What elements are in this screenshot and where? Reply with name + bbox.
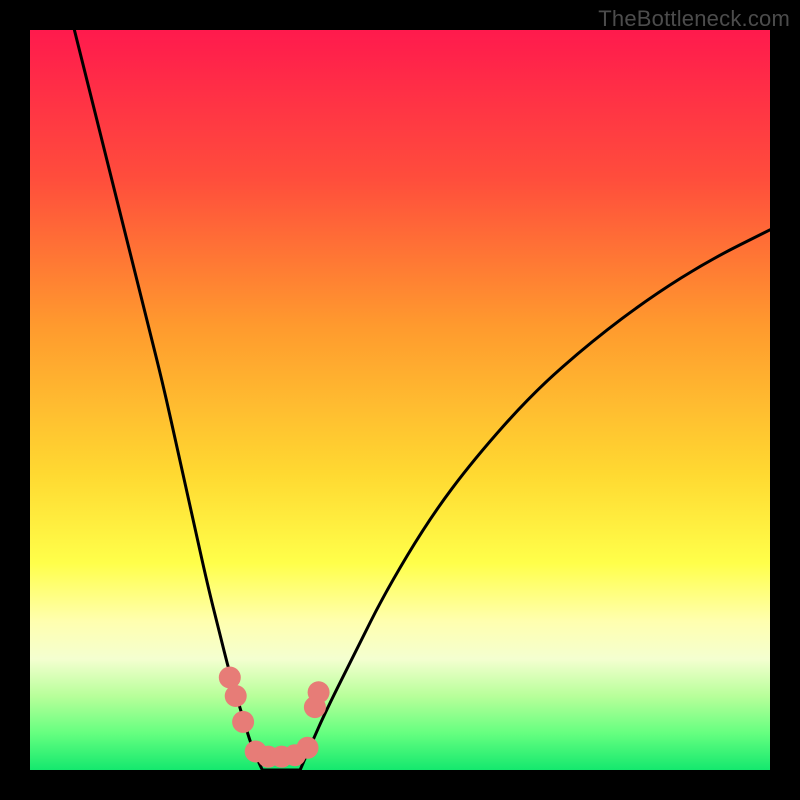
curve-left-branch [74,30,262,770]
valley-marker [308,681,330,703]
valley-marker [232,711,254,733]
plot-area [30,30,770,770]
chart-frame: TheBottleneck.com [0,0,800,800]
watermark-text: TheBottleneck.com [598,6,790,32]
curve-layer [30,30,770,770]
valley-marker [297,737,319,759]
valley-marker [225,685,247,707]
curve-right-branch [300,230,770,770]
